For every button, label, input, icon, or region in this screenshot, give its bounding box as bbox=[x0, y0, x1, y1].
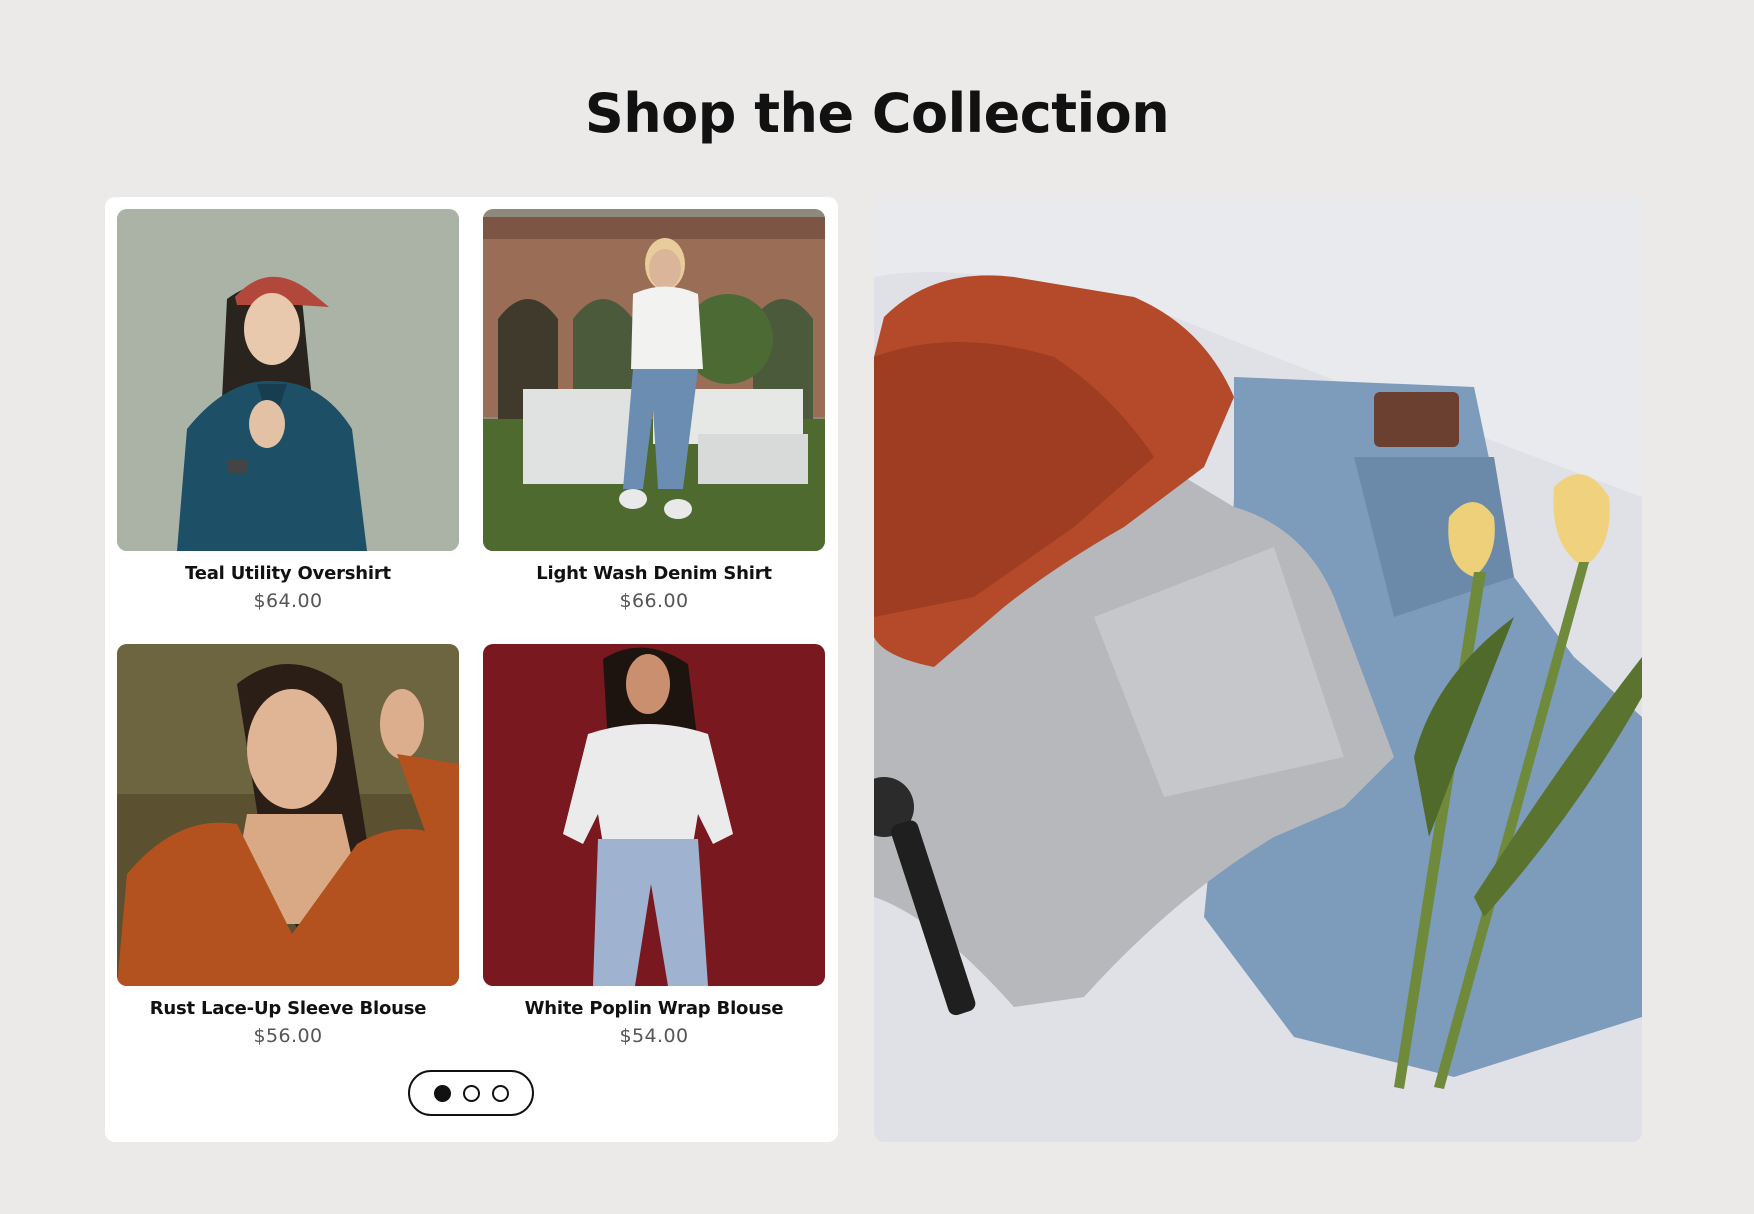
product-name[interactable]: Light Wash Denim Shirt bbox=[483, 563, 825, 584]
product-image-teal-overshirt[interactable] bbox=[117, 209, 459, 551]
carousel-pagination bbox=[408, 1070, 534, 1116]
product-name[interactable]: Rust Lace-Up Sleeve Blouse bbox=[117, 998, 459, 1019]
product-card[interactable]: Rust Lace-Up Sleeve Blouse $56.00 bbox=[117, 644, 459, 1047]
product-image-rust-blouse[interactable] bbox=[117, 644, 459, 986]
product-card[interactable]: White Poplin Wrap Blouse $54.00 bbox=[483, 644, 825, 1047]
product-name[interactable]: White Poplin Wrap Blouse bbox=[483, 998, 825, 1019]
product-grid-panel: Teal Utility Overshirt $64.00 Light Wash… bbox=[105, 197, 838, 1142]
product-price: $54.00 bbox=[619, 1025, 689, 1047]
product-name[interactable]: Teal Utility Overshirt bbox=[117, 563, 459, 584]
product-card[interactable]: Light Wash Denim Shirt $66.00 bbox=[483, 209, 825, 612]
page: Shop the Collection Teal Utility Overshi… bbox=[0, 0, 1754, 1214]
product-price: $56.00 bbox=[253, 1025, 323, 1047]
section-title: Shop the Collection bbox=[584, 82, 1170, 145]
product-image-denim-shirt[interactable] bbox=[483, 209, 825, 551]
product-card[interactable]: Teal Utility Overshirt $64.00 bbox=[117, 209, 459, 612]
product-price: $66.00 bbox=[619, 590, 689, 612]
pagination-dot-1[interactable] bbox=[433, 1084, 451, 1102]
hero-image-flatlay bbox=[874, 197, 1642, 1142]
pagination-dot-2[interactable] bbox=[462, 1084, 480, 1102]
product-price: $64.00 bbox=[253, 590, 323, 612]
product-image-white-blouse[interactable] bbox=[483, 644, 825, 986]
pagination-dot-3[interactable] bbox=[491, 1084, 509, 1102]
